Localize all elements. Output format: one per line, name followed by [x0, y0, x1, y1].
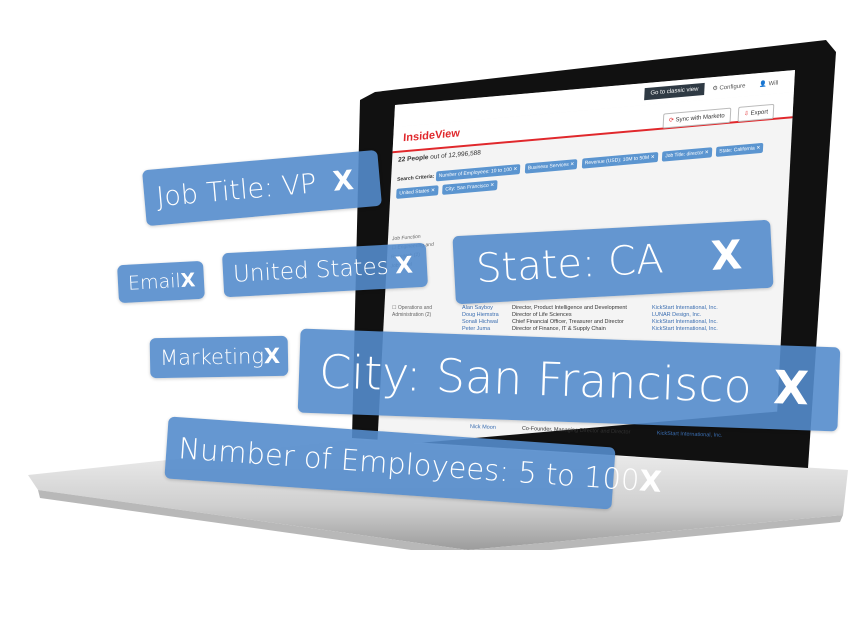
search-criteria-label: Search Criteria:: [396, 173, 435, 183]
export-label: Export: [750, 109, 769, 117]
table-row[interactable]: Sonali Hichwal Chief Financial Officer, T…: [462, 319, 762, 326]
criteria-tag[interactable]: United States ✕: [396, 185, 439, 199]
criteria-tag[interactable]: Business Services ✕: [524, 159, 578, 174]
result-count-bold: 22 People: [397, 154, 429, 164]
chip-job-title[interactable]: Job Title: VP X: [142, 149, 382, 227]
user-name: Will: [768, 80, 779, 88]
classic-view-button[interactable]: Go to classic view: [644, 82, 705, 101]
chip-label: Job Title: VP: [155, 167, 318, 213]
filter-checkbox-label: Operations and Administration (2): [392, 305, 433, 318]
chip-email[interactable]: Email X: [117, 260, 205, 304]
logo: InsideView: [402, 127, 461, 145]
chip-label: Marketing: [159, 344, 265, 371]
result-count-rest: out of 12,996,588: [430, 149, 482, 161]
close-icon[interactable]: X: [264, 344, 281, 368]
chip-marketing[interactable]: Marketing X: [149, 335, 289, 379]
configure-link[interactable]: ⚙ Configure: [712, 82, 745, 92]
close-icon[interactable]: X: [638, 463, 663, 498]
export-icon: ⇩: [743, 111, 750, 118]
sync-icon: ⟳: [668, 117, 675, 125]
configure-label: Configure: [719, 83, 746, 92]
criteria-tag[interactable]: Number of Employees: 10 to 100 ✕: [435, 164, 521, 182]
criteria-tag[interactable]: Job Title: director ✕: [661, 147, 713, 162]
chip-label: United States: [232, 253, 390, 288]
chip-label: State: CA: [474, 236, 665, 293]
close-icon[interactable]: X: [710, 232, 743, 280]
chip-label: Email: [127, 269, 182, 295]
user-menu[interactable]: 👤 Will: [759, 79, 778, 88]
chip-label: City: San Francisco: [318, 344, 753, 414]
criteria-tag[interactable]: State: California ✕: [715, 142, 764, 157]
close-icon[interactable]: X: [394, 252, 413, 279]
search-criteria: Search Criteria: Number of Employees: 10…: [396, 139, 787, 201]
criteria-tag[interactable]: City: San Francisco ✕: [442, 180, 498, 195]
filter-checkbox[interactable]: ☐ Operations and Administration (2): [392, 305, 452, 319]
criteria-tag[interactable]: Revenue (USD): 10M to 50M ✕: [581, 151, 658, 169]
close-icon[interactable]: X: [180, 269, 196, 292]
close-icon[interactable]: X: [332, 165, 355, 198]
table-row[interactable]: Peter Juma Director of Finance, IT & Supp…: [462, 326, 762, 333]
table-row[interactable]: Alan Sayboy Director, Product Intelligenc…: [462, 305, 762, 312]
sync-label: Sync with Marketo: [675, 113, 725, 124]
close-icon[interactable]: X: [772, 360, 809, 415]
table-row[interactable]: Doug Hiemstra Director of Life Sciences LU…: [462, 312, 762, 319]
